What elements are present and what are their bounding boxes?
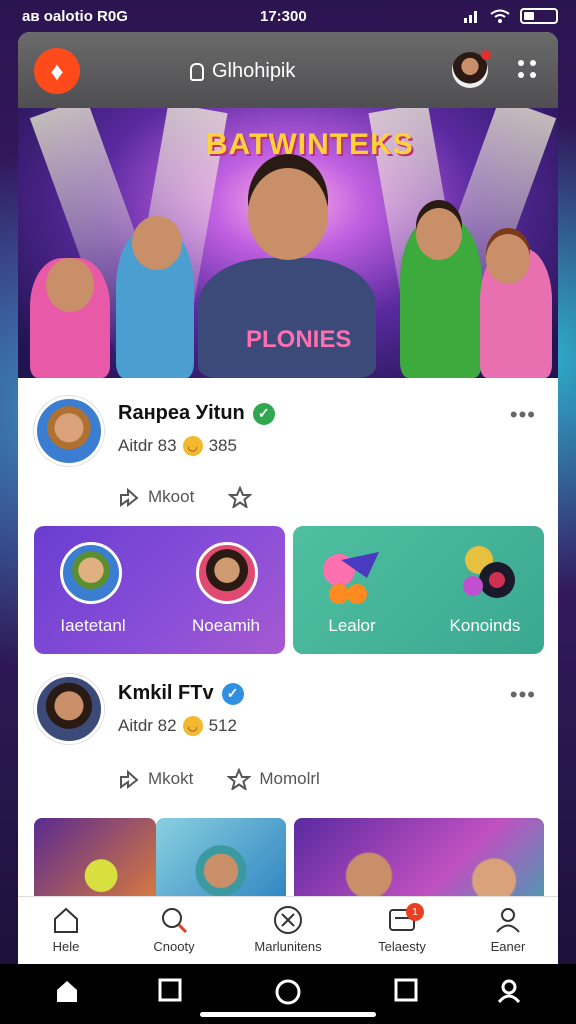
nav-item-explore[interactable]: Marlunitens (238, 905, 338, 954)
shirt-text: PLONIES (246, 326, 352, 353)
profile-icon (496, 908, 520, 933)
grid-menu-icon[interactable] (518, 60, 536, 78)
card-label: Konoinds (449, 616, 521, 635)
top-bar: ♦ Glhohipik (18, 32, 558, 108)
bottom-nav: Hele Cnooty Marlunitens 1 Telaesty Eaner (18, 896, 558, 964)
post-author[interactable]: Rанреа Уitun (118, 402, 245, 425)
star-icon (227, 768, 252, 790)
signal-icon (464, 11, 477, 23)
post-meta: Aitdr 83 (118, 436, 177, 455)
nav-item-home[interactable]: Hele (18, 905, 116, 954)
notification-dot (481, 50, 491, 60)
system-navigation (0, 964, 576, 1024)
notification-badge: 1 (406, 903, 424, 921)
character (198, 258, 376, 378)
favorite-button[interactable] (228, 486, 260, 508)
share-button[interactable]: Mkoot (118, 486, 194, 508)
more-options-icon[interactable]: ••• (510, 682, 536, 708)
post-card: Rанреа Уitun ✓ Aitdr 83 ◡ 385 ••• Mkoot (18, 378, 558, 526)
system-home-icon[interactable] (54, 978, 80, 1004)
more-options-icon[interactable]: ••• (510, 402, 536, 428)
game-icon (323, 552, 379, 604)
nav-item-inbox[interactable]: 1 Telaesty (352, 903, 452, 954)
game-icon (463, 546, 515, 598)
game-card[interactable]: Lealor Konoinds (293, 526, 544, 654)
share-button[interactable]: Mkokt (118, 768, 193, 790)
share-icon (120, 487, 139, 507)
avatar (196, 542, 258, 604)
carrier-text: aʙ oalotio R0G (22, 8, 128, 25)
status-bar: aʙ oalotio R0G 17:300 (0, 0, 576, 32)
card-label: Noeamih (191, 616, 261, 635)
post-count: 512 (208, 716, 237, 735)
emoji-icon: ◡ (182, 436, 203, 456)
favorite-button[interactable]: Momolrl (227, 768, 320, 790)
nav-item-search[interactable]: Cnooty (124, 905, 224, 954)
profile-avatar[interactable] (452, 50, 491, 88)
wifi-icon (490, 9, 510, 23)
star-icon (228, 486, 253, 508)
avatar[interactable] (34, 674, 104, 744)
community-card[interactable]: Iaetetanl Noeamih (34, 526, 285, 654)
home-icon (54, 907, 78, 933)
cards-row: Iaetetanl Noeamih Lealor Konoinds (34, 526, 544, 654)
verified-icon: ✓ (221, 682, 244, 705)
post-author[interactable]: Kmkil FTv (118, 682, 214, 705)
verified-icon: ✓ (252, 402, 275, 425)
home-circle-icon[interactable] (274, 978, 302, 1006)
hero-title: BATWINTEKS (206, 128, 414, 161)
post-count: 385 (208, 436, 237, 455)
account-icon[interactable] (496, 978, 522, 1004)
post-meta: Aitdr 82 (118, 716, 177, 735)
gesture-bar[interactable] (200, 1012, 376, 1017)
post-card: Kmkil FTv ✓ Aitdr 82 ◡ 512 ••• Mkokt Momolr… (18, 654, 558, 818)
logo-icon[interactable]: ♦ (34, 48, 80, 94)
battery-icon (520, 8, 558, 24)
overview-icon[interactable] (394, 978, 418, 1002)
search-icon (162, 908, 188, 934)
app-title: Glhohipik (190, 60, 295, 83)
card-label: Lealor (328, 616, 376, 635)
clock: 17:300 (260, 8, 307, 25)
app-window: ♦ Glhohipik BATWINTEKS PLONIES Rанреа Уi… (18, 32, 558, 964)
hero-banner[interactable]: BATWINTEKS PLONIES (18, 108, 558, 378)
emoji-icon: ◡ (182, 716, 203, 736)
card-label: Iaetetanl (60, 616, 126, 635)
lock-icon (190, 62, 204, 81)
avatar[interactable] (34, 396, 104, 466)
compass-icon (274, 906, 302, 934)
share-icon (120, 769, 139, 789)
avatar (60, 542, 122, 604)
nav-item-profile[interactable]: Eaner (458, 905, 558, 954)
recents-icon[interactable] (158, 978, 182, 1002)
